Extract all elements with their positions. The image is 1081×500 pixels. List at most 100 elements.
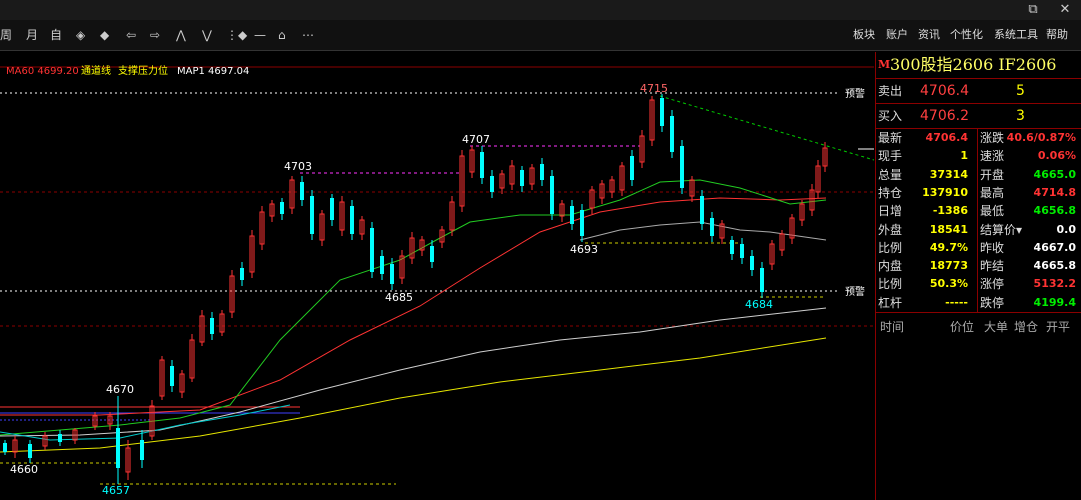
- period-week-button[interactable]: 周: [0, 26, 12, 44]
- label-4657: 4657: [102, 484, 130, 497]
- stat-label: 持仓: [878, 185, 903, 200]
- warning-label-bottom: 预警: [845, 285, 865, 298]
- stat-value: 4665.0: [1033, 167, 1076, 181]
- stat-value: 0.06%: [1037, 149, 1076, 163]
- stat-label: 现手: [878, 149, 903, 164]
- stats-row: 现手 1 速涨 0.06%: [876, 147, 1081, 165]
- zoom-in-icon[interactable]: ◈: [76, 26, 85, 44]
- indicator-support-resistance: 支撑压力位: [118, 66, 168, 77]
- stat-value: -1386: [932, 204, 968, 218]
- indicator-channel: 通道线: [81, 66, 111, 77]
- stat-value: 18541: [929, 222, 968, 236]
- buy-volume: 3: [1016, 108, 1025, 124]
- period-month-button[interactable]: 月: [26, 26, 38, 44]
- stats-row: 最新 4706.4 涨跌 40.6/0.87%: [876, 129, 1081, 147]
- stat-label: 涨停: [980, 277, 1005, 292]
- market-mark-icon: M: [878, 58, 891, 71]
- tick-col-open-close: 开平: [1046, 320, 1071, 334]
- stats-row: 内盘 18773 昨结 4665.8: [876, 257, 1081, 275]
- stat-value: 40.6/0.87%: [1006, 131, 1076, 144]
- label-4703: 4703: [284, 160, 312, 173]
- quote-panel: M 300股指2606 IF2606 卖出 4706.4 5 买入 4706.2…: [875, 52, 1081, 500]
- crosshair-icon[interactable]: ⋮◆: [226, 26, 247, 44]
- chevron-up-icon[interactable]: ⋀: [176, 26, 186, 44]
- menu-news[interactable]: 资讯: [918, 27, 940, 43]
- home-icon[interactable]: ⌂: [278, 26, 286, 44]
- stat-label: 比例: [878, 240, 903, 255]
- stat-label: 内盘: [878, 259, 903, 274]
- warning-label-top: 预警: [845, 87, 865, 100]
- stat-value: 137910: [922, 185, 968, 199]
- stat-label: 最低: [980, 204, 1005, 219]
- stat-value: 0.0: [1056, 222, 1077, 236]
- stat-label: 结算价▾: [980, 222, 1023, 237]
- stat-label: 速涨: [980, 149, 1005, 164]
- stat-label: 外盘: [878, 222, 903, 237]
- stat-value: 1: [960, 149, 968, 163]
- stat-value: 4667.0: [1033, 240, 1076, 254]
- divider: [876, 312, 1081, 313]
- move-left-icon[interactable]: ⇦: [126, 26, 136, 44]
- contract-name: 300股指2606 IF2606: [890, 55, 1057, 74]
- tick-col-time: 时间: [880, 320, 905, 334]
- stat-label: 最新: [878, 131, 903, 145]
- label-4660: 4660: [10, 463, 38, 476]
- stat-value: 49.7%: [929, 240, 968, 254]
- chevron-down-icon[interactable]: ⋁: [202, 26, 212, 44]
- stat-label: 比例: [878, 277, 903, 292]
- stat-value: 4714.8: [1033, 185, 1076, 199]
- stat-label: 开盘: [980, 167, 1005, 182]
- stat-label: 昨收: [980, 240, 1005, 255]
- sell-price: 4706.4: [920, 83, 969, 99]
- contract-title: M 300股指2606 IF2606: [876, 54, 1081, 76]
- stats-row: 总量 37314 开盘 4665.0: [876, 166, 1081, 184]
- kline-chart[interactable]: 4715 4707 4703 4693 4685 4684 4670 4660 …: [0, 52, 874, 500]
- stat-label: 总量: [878, 167, 903, 182]
- stat-value: 5132.2: [1033, 277, 1076, 291]
- label-4684: 4684: [745, 298, 773, 311]
- stat-value: 4199.4: [1033, 295, 1076, 309]
- stats-row: 日增 -1386 最低 4656.8: [876, 202, 1081, 220]
- close-window-icon[interactable]: ✕: [1050, 2, 1080, 18]
- tick-col-position-change: 增仓: [1014, 320, 1039, 334]
- label-4670: 4670: [106, 383, 134, 396]
- stats-row: 外盘 18541 结算价▾ 0.0: [876, 221, 1081, 239]
- label-4685: 4685: [385, 291, 413, 304]
- restore-window-icon[interactable]: ⧉: [1018, 2, 1048, 18]
- toolbar: 周 月 自 ◈ ◆ ⇦ ⇨ ⋀ ⋁ ⋮◆ — ⌂ ⋯ 板块 账户 资讯 个性化 …: [0, 20, 1081, 51]
- buy-row[interactable]: 买入 4706.2 3: [876, 104, 1081, 128]
- line-tool-icon[interactable]: —: [254, 26, 266, 44]
- more-icon[interactable]: ⋯: [302, 26, 314, 44]
- stats-row: 比例 49.7% 昨收 4667.0: [876, 239, 1081, 257]
- stat-value: 4656.8: [1033, 204, 1076, 218]
- stats-row: 比例 50.3% 涨停 5132.2: [876, 275, 1081, 293]
- indicator-map1: MAP1 4697.04: [177, 66, 250, 77]
- stat-value: -----: [945, 295, 968, 309]
- tick-col-big-order: 大单: [984, 320, 1009, 334]
- stat-label: 涨跌: [980, 131, 1005, 145]
- indicator-ma60: MA60 4699.20: [6, 66, 79, 77]
- menu-help[interactable]: 帮助: [1046, 27, 1068, 43]
- menu-personalize[interactable]: 个性化: [950, 27, 983, 43]
- stat-label: 跌停: [980, 295, 1005, 310]
- stat-label: 日增: [878, 204, 903, 219]
- stats-row: 杠杆 ----- 跌停 4199.4: [876, 294, 1081, 312]
- sell-row[interactable]: 卖出 4706.4 5: [876, 79, 1081, 103]
- menu-system-tools[interactable]: 系统工具: [994, 27, 1038, 43]
- stat-value: 37314: [929, 167, 968, 181]
- buy-price: 4706.2: [920, 108, 969, 124]
- stat-value: 4665.8: [1033, 259, 1076, 273]
- title-bar: ⧉ ✕: [0, 0, 1081, 20]
- stat-value: 18773: [929, 259, 968, 273]
- stats-row: 持仓 137910 最高 4714.8: [876, 184, 1081, 202]
- move-right-icon[interactable]: ⇨: [150, 26, 160, 44]
- label-4715: 4715: [640, 82, 668, 95]
- tick-col-price: 价位: [950, 320, 975, 334]
- stat-value: 4706.4: [925, 131, 968, 144]
- buy-label: 买入: [878, 109, 903, 123]
- custom-period-button[interactable]: 自: [50, 26, 62, 44]
- candles: [3, 94, 828, 484]
- menu-sector[interactable]: 板块: [853, 27, 875, 43]
- zoom-out-icon[interactable]: ◆: [100, 26, 109, 44]
- menu-account[interactable]: 账户: [886, 27, 908, 43]
